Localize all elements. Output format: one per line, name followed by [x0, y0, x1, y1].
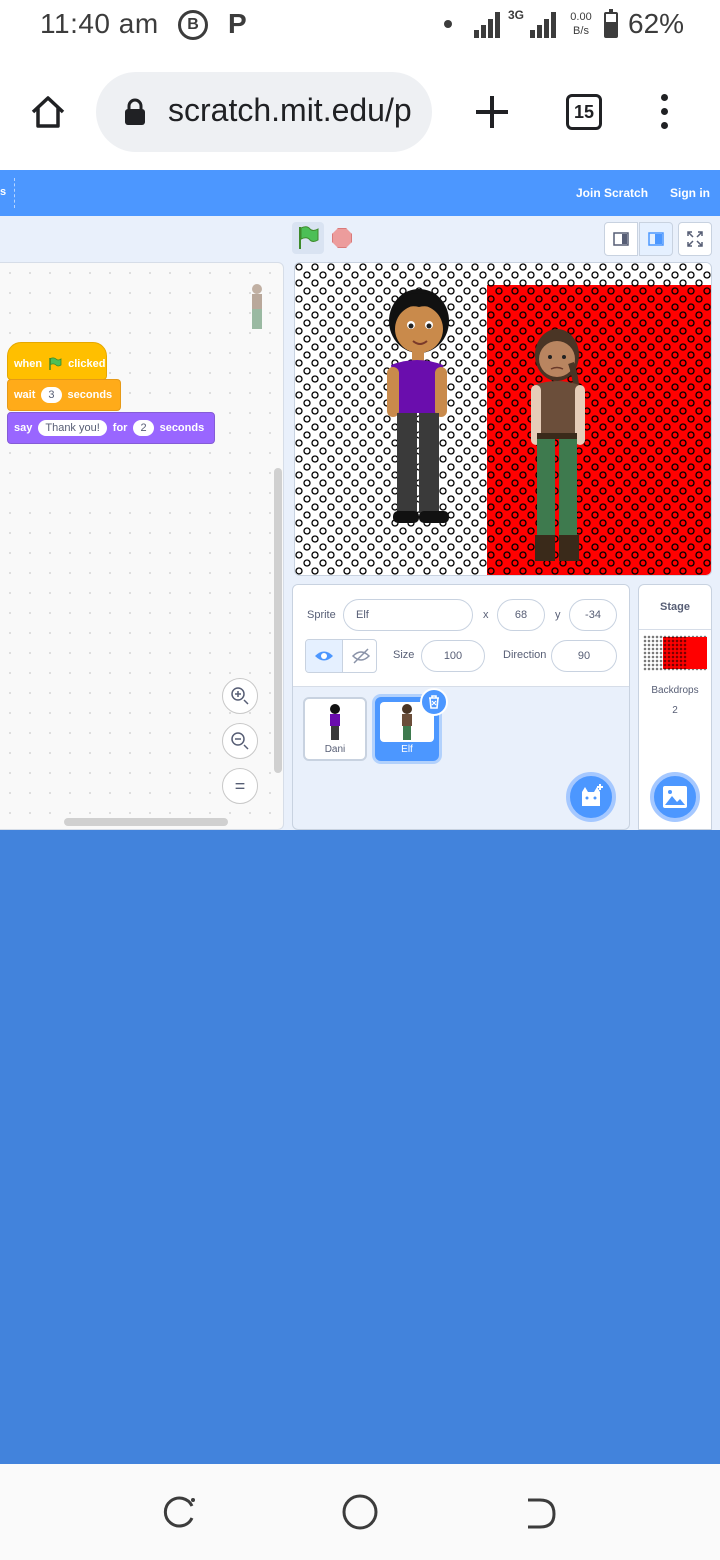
size-field[interactable]: 100 [421, 640, 485, 672]
dani-thumbnail-icon [330, 704, 340, 740]
backdrops-label: Backdrops [651, 685, 699, 696]
scratch-editor: s Join Scratch Sign in = when clicked wa… [0, 170, 720, 830]
say-for-seconds-block[interactable]: say Thank you! for 2 seconds [7, 412, 215, 444]
eye-icon [315, 651, 333, 661]
green-flag-icon [49, 357, 62, 370]
say-seconds-input[interactable]: 2 [133, 420, 154, 436]
page-background [0, 830, 720, 1464]
recent-apps-icon[interactable] [162, 1494, 198, 1530]
notification-dot-icon [444, 20, 452, 28]
large-stage-icon [648, 232, 664, 246]
code-horizontal-scrollbar[interactable] [64, 818, 228, 826]
new-tab-icon[interactable] [472, 92, 512, 132]
hide-sprite-button[interactable] [342, 640, 376, 672]
url-text[interactable]: scratch.mit.edu/p [168, 92, 412, 129]
block-label: when [14, 358, 43, 370]
signal-icon-2 [530, 12, 560, 38]
direction-field[interactable]: 90 [551, 640, 617, 672]
zoom-in-icon [231, 687, 249, 705]
home-nav-icon[interactable] [342, 1494, 378, 1530]
code-vertical-scrollbar[interactable] [274, 468, 282, 773]
stop-button[interactable] [332, 228, 352, 248]
lock-icon [125, 98, 145, 125]
say-message-input[interactable]: Thank you! [38, 420, 107, 436]
home-icon[interactable] [28, 92, 68, 132]
stage-divider [639, 629, 711, 630]
menu-divider [14, 178, 15, 208]
navigation-bar [0, 1464, 720, 1560]
zoom-in-button[interactable] [222, 678, 258, 714]
fullscreen-icon [687, 231, 703, 247]
back-nav-icon[interactable] [522, 1494, 558, 1530]
green-flag-icon [299, 226, 319, 249]
block-label: seconds [67, 389, 113, 401]
sign-in-link[interactable]: Sign in [670, 186, 710, 200]
zoom-out-icon [231, 732, 249, 750]
y-label: y [555, 609, 561, 621]
direction-label: Direction [503, 649, 547, 661]
battery-percent: 62% [628, 8, 685, 39]
trash-icon [429, 695, 439, 709]
wait-seconds-input[interactable]: 3 [41, 387, 62, 403]
status-time: 11:40 am [40, 8, 159, 39]
fullscreen-button[interactable] [678, 222, 712, 256]
signal-icon [474, 12, 504, 38]
eye-hidden-icon [351, 648, 371, 664]
join-scratch-link[interactable]: Join Scratch [576, 186, 648, 200]
small-stage-icon [613, 232, 629, 246]
wait-seconds-block[interactable]: wait 3 seconds [7, 379, 121, 411]
sprite-name-field[interactable]: Elf [343, 599, 473, 631]
block-label: for [112, 422, 128, 434]
backdrop-thumbnail[interactable] [643, 635, 707, 671]
sprite-name-dani: Dani [324, 744, 346, 755]
p-notification-icon: P [228, 8, 247, 39]
sprite-label: Sprite [307, 609, 336, 621]
block-label: wait [14, 389, 36, 401]
block-label: seconds [159, 422, 205, 434]
data-rate: 0.00 B/s [570, 11, 592, 37]
x-label: x [483, 609, 489, 621]
status-bar: 11:40 am B P 3G 0.00 B/s 62% [0, 0, 720, 54]
scratch-menu-bar: s Join Scratch Sign in [0, 170, 720, 216]
block-label: say [14, 422, 33, 434]
choose-sprite-button[interactable] [566, 772, 616, 822]
network-type: 3G [508, 8, 525, 22]
b-notification-icon: B [178, 10, 208, 40]
visibility-toggle [305, 639, 377, 673]
stage-title: Stage [660, 601, 690, 613]
y-position-field[interactable]: -34 [569, 599, 617, 631]
small-stage-button[interactable] [604, 222, 638, 256]
green-flag-button[interactable] [292, 222, 324, 254]
choose-backdrop-button[interactable] [650, 772, 700, 822]
menu-cut-label[interactable]: s [0, 186, 6, 198]
stage-scene [295, 263, 711, 575]
tab-switcher-button[interactable]: 15 [566, 94, 602, 130]
sprite-info-bar: Sprite Elf x 68 y -34 Size 100 Direction… [293, 585, 629, 687]
show-sprite-button[interactable] [306, 640, 342, 672]
more-menu-icon[interactable] [656, 92, 672, 132]
x-position-field[interactable]: 68 [497, 599, 545, 631]
sprite-name-elf: Elf [401, 744, 413, 755]
block-label: clicked [68, 358, 106, 370]
delete-sprite-button[interactable] [420, 688, 448, 716]
backdrops-count: 2 [672, 705, 678, 716]
large-stage-button[interactable] [639, 222, 673, 256]
browser-toolbar: scratch.mit.edu/p 15 [0, 54, 720, 170]
sprite-watermark-icon [252, 284, 262, 329]
sprite-thumbnail-dani[interactable]: Dani [303, 697, 367, 761]
when-flag-clicked-block[interactable]: when clicked [7, 342, 107, 380]
backdrop-image-icon [663, 786, 687, 808]
stage-canvas[interactable] [294, 262, 712, 576]
address-bar[interactable]: scratch.mit.edu/p [96, 72, 432, 152]
cat-plus-icon [582, 784, 603, 806]
battery-icon [604, 9, 618, 38]
zoom-reset-button[interactable]: = [222, 768, 258, 804]
zoom-out-button[interactable] [222, 723, 258, 759]
size-label: Size [393, 649, 415, 661]
